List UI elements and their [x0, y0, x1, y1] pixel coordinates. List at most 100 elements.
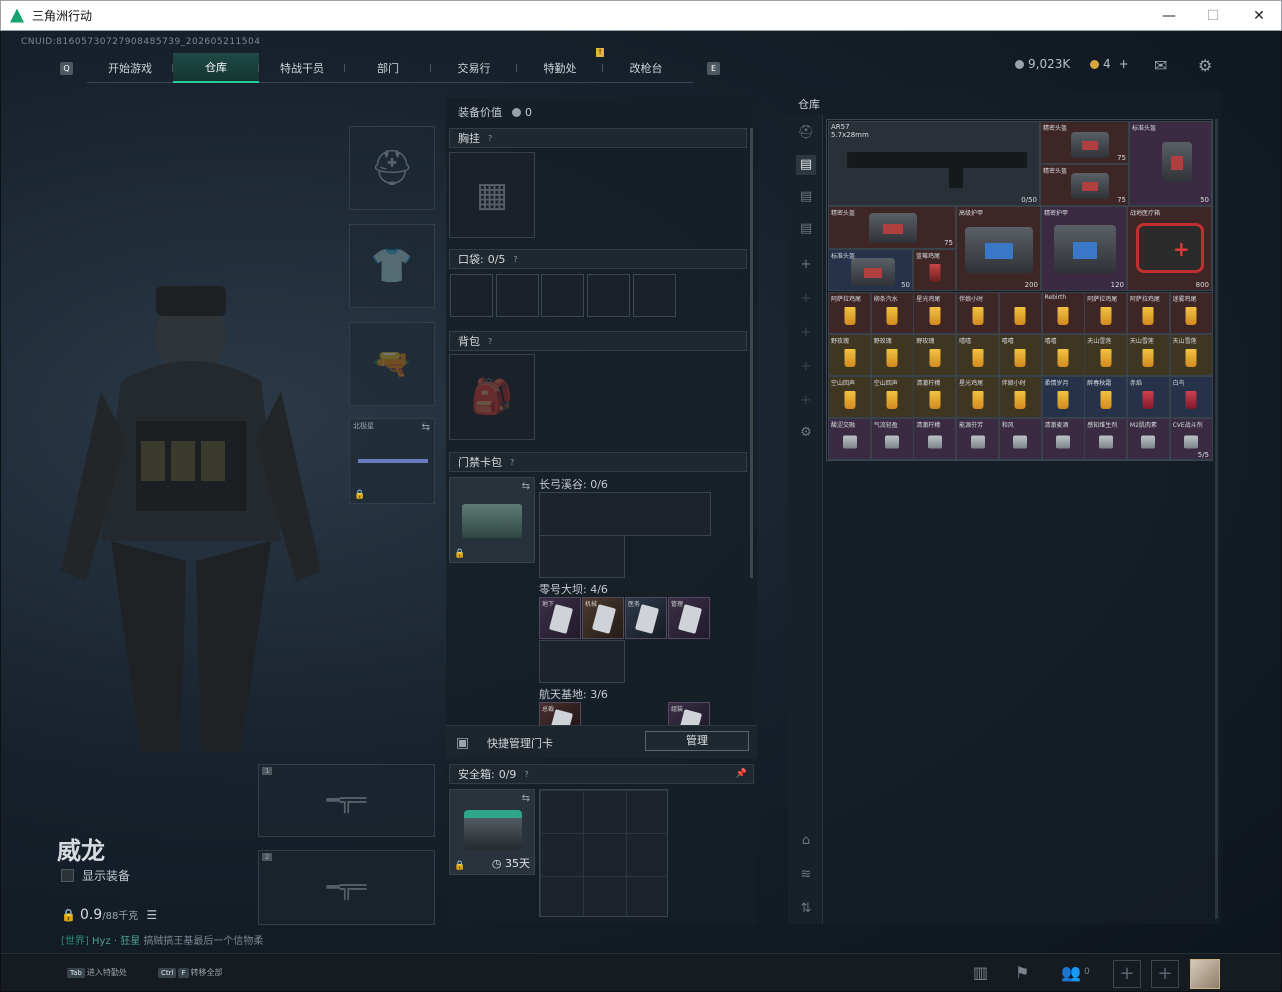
- keycard-grid[interactable]: [539, 535, 625, 578]
- help-icon[interactable]: ?: [510, 458, 514, 467]
- keycard-item[interactable]: 医务: [625, 597, 667, 639]
- manage-button[interactable]: 管理: [645, 731, 749, 751]
- settings-gear-icon[interactable]: ⚙: [1198, 56, 1212, 75]
- consumable-item[interactable]: Rebirth: [1041, 292, 1085, 334]
- nav-prev-key[interactable]: Q: [60, 62, 73, 75]
- consumable-item[interactable]: 感知维生剂: [1084, 418, 1128, 460]
- show-equipment-checkbox[interactable]: [61, 869, 74, 882]
- consumable-item[interactable]: 野玫瑰: [913, 334, 957, 376]
- help-icon[interactable]: ?: [513, 255, 517, 264]
- warehouse-3-icon[interactable]: ▤: [796, 219, 816, 239]
- flag-icon[interactable]: ⚑: [1015, 963, 1029, 982]
- invite-slot-button[interactable]: +: [1113, 960, 1141, 988]
- consumable-item[interactable]: 阿萨拉鸡尾: [1084, 292, 1128, 334]
- keycard-grid[interactable]: [539, 492, 711, 536]
- armor-item[interactable]: 高级护甲 200: [956, 206, 1041, 291]
- helmet-item[interactable]: 精密头盔 75: [1040, 121, 1129, 164]
- drink-item[interactable]: 蓝莓鸡尾: [913, 249, 956, 291]
- stats-icon[interactable]: ▥: [973, 963, 988, 982]
- consumable-item[interactable]: 嘻嘻: [998, 334, 1042, 376]
- consumable-item[interactable]: 白鸟: [1169, 376, 1213, 418]
- help-icon[interactable]: ?: [488, 337, 492, 346]
- layers-icon[interactable]: ≋: [796, 865, 816, 885]
- pistol-slot[interactable]: 🔫: [349, 322, 435, 406]
- consumable-item[interactable]: 阿萨拉鸡尾: [1126, 292, 1170, 334]
- backpack-slot[interactable]: 🎒: [449, 354, 535, 440]
- sort-icon[interactable]: ⌂: [796, 831, 816, 851]
- help-icon[interactable]: ?: [524, 770, 528, 779]
- swap-icon[interactable]: ⇆: [522, 481, 530, 492]
- primary-weapon-slot-1[interactable]: 1 ━╦═: [258, 764, 435, 837]
- consumable-item[interactable]: 野玫瑰: [870, 334, 914, 376]
- weapon-item-ar57[interactable]: AR57 5.7x28mm 0/50: [828, 121, 1040, 206]
- consumable-item[interactable]: 伴娘小时: [998, 376, 1042, 418]
- safe-box-slot[interactable]: ⇆ 🔒 ◷ 35天: [449, 789, 535, 875]
- minimize-button[interactable]: —: [1157, 5, 1181, 27]
- tab-operators[interactable]: 特战干员: [259, 53, 345, 83]
- medkit-item[interactable]: 战地医疗箱 + 800: [1127, 206, 1212, 291]
- settings-gear-icon[interactable]: ⚙: [796, 423, 816, 443]
- helmet-item[interactable]: 精密头盔 75: [828, 206, 956, 249]
- consumable-item[interactable]: 空山回声: [828, 376, 871, 418]
- consumable-item[interactable]: 酸涩交融: [828, 418, 871, 460]
- keycard-item[interactable]: 机械: [582, 597, 624, 639]
- show-equipment-toggle[interactable]: 显示装备: [61, 867, 130, 884]
- add-page-icon[interactable]: +: [796, 391, 816, 411]
- hint-transfer-all[interactable]: Ctrl F 转移全部: [158, 967, 223, 978]
- consumable-item[interactable]: 天山雪莲: [1126, 334, 1170, 376]
- consumable-item[interactable]: 嘻嘻: [1041, 334, 1085, 376]
- armor-item[interactable]: 精密护甲 120: [1041, 206, 1127, 291]
- helmet-item[interactable]: 标准头盔 50: [828, 249, 913, 291]
- list-icon[interactable]: ☰: [146, 908, 157, 922]
- consumable-item[interactable]: 清澈柠檬: [913, 376, 957, 418]
- consumable-item[interactable]: 星光鸡尾: [913, 292, 957, 334]
- consumable-item[interactable]: 野玫瑰: [828, 334, 871, 376]
- add-page-icon[interactable]: +: [796, 289, 816, 309]
- keycard-case-slot[interactable]: ⇆ 🔒: [449, 477, 535, 563]
- add-currency-button[interactable]: +: [1119, 57, 1129, 71]
- consumable-item[interactable]: 伴娘小时: [956, 292, 1000, 334]
- melee-slot[interactable]: 北极星 ⇆ 🔒: [349, 418, 435, 504]
- avatar[interactable]: [1190, 959, 1220, 989]
- pocket-slot[interactable]: [587, 274, 630, 317]
- pocket-slot[interactable]: [450, 274, 493, 317]
- tab-department[interactable]: 部门: [345, 53, 431, 83]
- consumable-item[interactable]: 清澈柠檬: [913, 418, 957, 460]
- keycard-item[interactable]: 地下: [539, 597, 581, 639]
- consumable-item[interactable]: 迷雾鸡尾: [1169, 292, 1213, 334]
- chat-line[interactable]: [世界] Hyz · 狂星 搞贼搞王基最后一个信物柔: [61, 932, 263, 947]
- warehouse-scrollbar[interactable]: [1215, 119, 1218, 919]
- consumable-item[interactable]: 柔情岁月: [1041, 376, 1085, 418]
- organize-icon[interactable]: ⇅: [796, 899, 816, 919]
- consumable-item[interactable]: [998, 292, 1042, 334]
- tab-gunsmith[interactable]: 改枪台: [603, 53, 689, 83]
- consumable-item[interactable]: 柳条汽水: [870, 292, 914, 334]
- keycard-item[interactable]: 组装: [668, 702, 710, 726]
- consumable-item[interactable]: 空山回声: [870, 376, 914, 418]
- keycard-item[interactable]: 总裁: [539, 702, 581, 726]
- hint-special-ops[interactable]: Tab 进入特勤处: [67, 967, 127, 978]
- consumable-item[interactable]: 和风: [998, 418, 1042, 460]
- help-icon[interactable]: ?: [488, 134, 492, 143]
- scrollbar[interactable]: [750, 128, 753, 578]
- keycard-item[interactable]: 管理: [668, 597, 710, 639]
- helmet-item[interactable]: 精密头盔 75: [1040, 164, 1129, 206]
- pin-icon[interactable]: 📌: [736, 769, 747, 779]
- tab-special-ops[interactable]: 特勤处: [517, 53, 603, 83]
- close-button[interactable]: ✕: [1247, 5, 1271, 27]
- swap-icon[interactable]: ⇆: [422, 422, 430, 433]
- armor-slot[interactable]: 👕: [349, 224, 435, 308]
- keycard-grid[interactable]: [539, 640, 625, 683]
- consumable-item[interactable]: 天山雪莲: [1084, 334, 1128, 376]
- consumable-item[interactable]: 赤焰: [1126, 376, 1170, 418]
- helmet-item[interactable]: 标准头盔 50: [1129, 121, 1212, 206]
- consumable-item[interactable]: 醉春秋霜: [1084, 376, 1128, 418]
- swap-icon[interactable]: ⇆: [522, 793, 530, 804]
- primary-weapon-slot-2[interactable]: 2 ━╦═: [258, 850, 435, 925]
- consumable-item[interactable]: 天山雪莲: [1169, 334, 1213, 376]
- helmet-slot[interactable]: ⛑: [349, 126, 435, 210]
- mail-icon[interactable]: ✉: [1154, 56, 1167, 75]
- consumable-item[interactable]: 嘻嘻: [956, 334, 1000, 376]
- safe-box-grid[interactable]: [539, 789, 668, 917]
- consumable-item[interactable]: 气流轻盈: [870, 418, 914, 460]
